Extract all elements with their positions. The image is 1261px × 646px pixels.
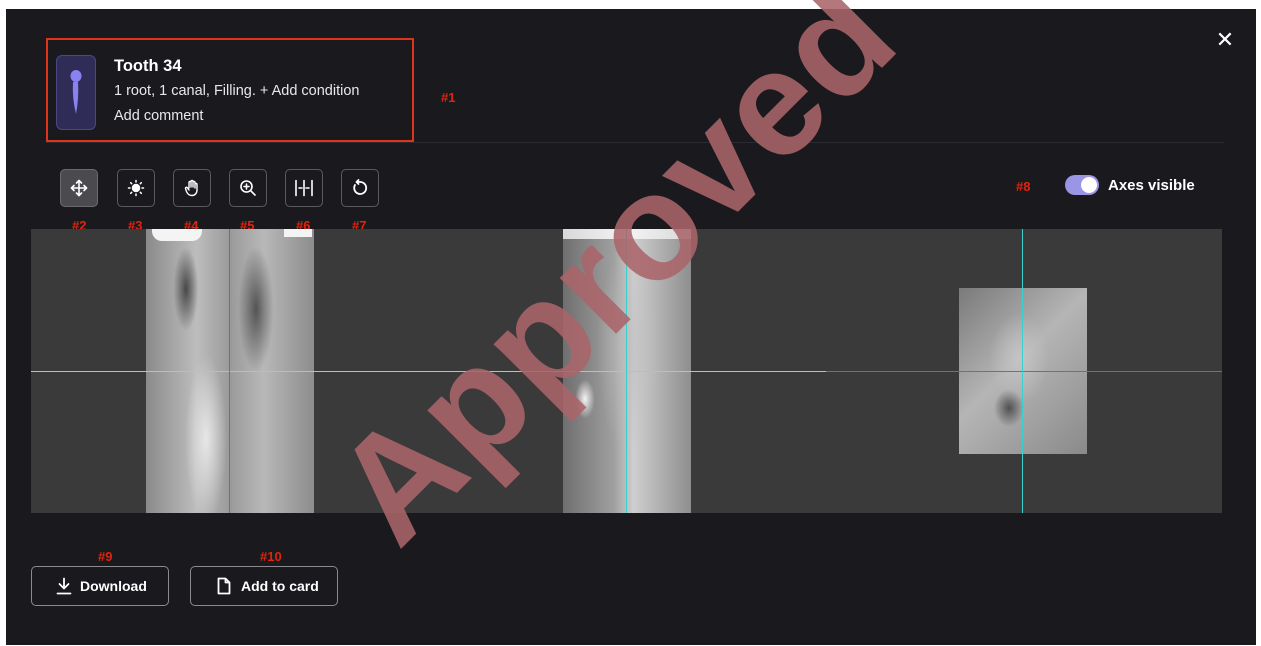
brightness-tool-button[interactable] bbox=[117, 169, 155, 207]
annotation-label-10: #10 bbox=[260, 549, 282, 564]
tooth-icon bbox=[56, 55, 96, 130]
annotation-label-1: #1 bbox=[441, 90, 456, 105]
axis-line-vertical-cyan-2[interactable] bbox=[1022, 229, 1023, 513]
tooth-header: Tooth 34 1 root, 1 canal, Filling. + Add… bbox=[46, 38, 414, 142]
annotation-label-8: #8 bbox=[1016, 179, 1031, 194]
tooth-description: 1 root, 1 canal, Filling. + Add conditio… bbox=[114, 83, 359, 99]
hand-icon bbox=[184, 179, 198, 197]
axes-visible-toggle[interactable] bbox=[1065, 175, 1099, 195]
tooth-title: Tooth 34 bbox=[114, 57, 182, 75]
download-label: Download bbox=[80, 578, 147, 594]
add-to-card-label: Add to card bbox=[241, 578, 319, 594]
filling-crown bbox=[152, 229, 202, 241]
axis-line-vertical-cyan-1[interactable] bbox=[626, 229, 627, 513]
axis-line-horizontal-magenta[interactable] bbox=[826, 371, 1222, 372]
add-condition-link[interactable]: + Add condition bbox=[260, 83, 360, 99]
pan-tool-button[interactable] bbox=[173, 169, 211, 207]
toggle-knob bbox=[1081, 177, 1097, 193]
rotate-tool-button[interactable] bbox=[341, 169, 379, 207]
split-tool-button[interactable] bbox=[285, 169, 323, 207]
download-icon bbox=[56, 577, 72, 595]
axis-line-vertical-magenta[interactable] bbox=[229, 229, 230, 513]
add-comment-link[interactable]: Add comment bbox=[114, 108, 203, 124]
rotate-icon bbox=[353, 179, 368, 195]
axes-visible-label: Axes visible bbox=[1108, 177, 1195, 194]
tooth-conditions: 1 root, 1 canal, Filling. bbox=[114, 83, 256, 99]
document-icon bbox=[217, 577, 231, 595]
move-arrows-icon bbox=[70, 179, 88, 197]
split-view-icon bbox=[295, 179, 313, 197]
cbct-slice-viewer[interactable] bbox=[31, 229, 1222, 513]
annotation-label-9: #9 bbox=[98, 549, 113, 564]
zoom-in-icon bbox=[240, 180, 256, 196]
header-divider bbox=[46, 142, 1224, 143]
close-button[interactable]: ✕ bbox=[1213, 29, 1237, 53]
filling-crown-2 bbox=[563, 229, 691, 239]
axis-line-horizontal-yellow[interactable] bbox=[31, 371, 826, 372]
brightness-icon bbox=[127, 179, 145, 197]
download-button[interactable]: Download bbox=[31, 566, 169, 606]
zoom-tool-button[interactable] bbox=[229, 169, 267, 207]
neighbor-crown bbox=[284, 229, 312, 237]
move-tool-button[interactable] bbox=[60, 169, 98, 207]
add-to-card-button[interactable]: Add to card bbox=[190, 566, 338, 606]
